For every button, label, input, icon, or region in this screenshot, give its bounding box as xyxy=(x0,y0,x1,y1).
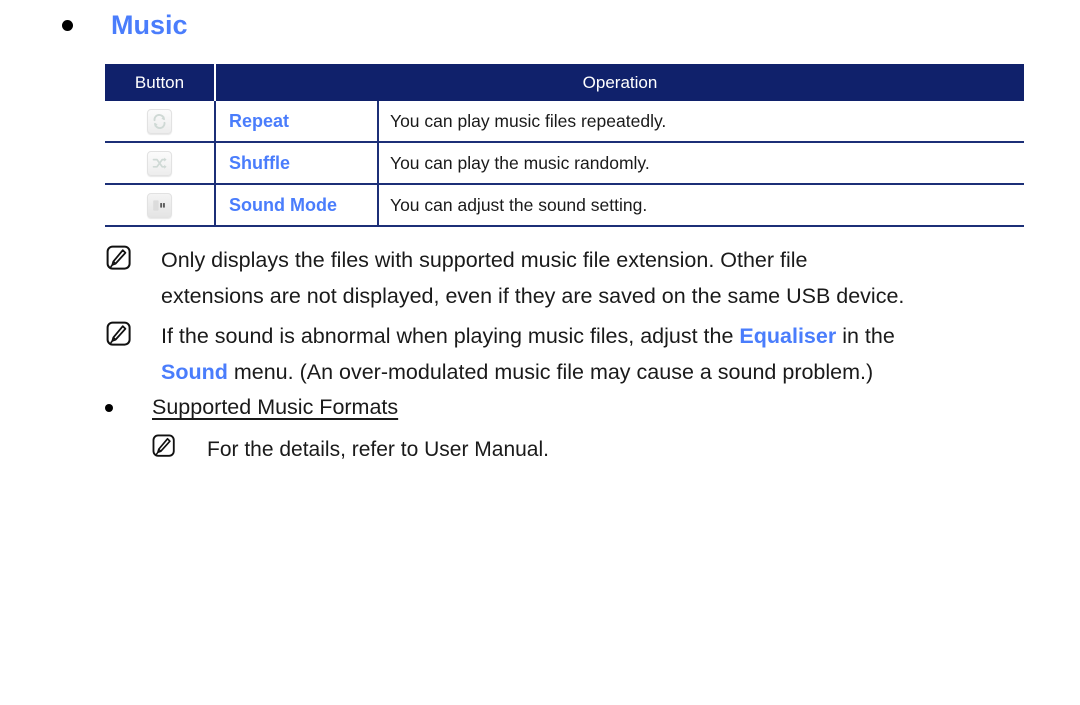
note-pen-icon xyxy=(152,434,176,458)
note-text: If the sound is abnormal when playing mu… xyxy=(161,318,895,390)
table-cell-icon xyxy=(105,184,216,227)
note-line: Sound menu. (An over-modulated music fil… xyxy=(161,354,895,390)
table-header-row: Button Operation xyxy=(105,64,1025,101)
page-title: Music xyxy=(111,10,188,40)
keyword-sound: Sound xyxy=(161,360,228,384)
table-cell-icon xyxy=(105,142,216,185)
keyword-equaliser: Equaliser xyxy=(739,324,837,348)
table-header: Button Operation xyxy=(105,64,1025,101)
column-header-operation: Operation xyxy=(215,64,1025,101)
note-text-segment: If the sound is abnormal when playing mu… xyxy=(161,324,740,348)
note-text: For the details, refer to User Manual. xyxy=(207,438,549,461)
note-pen-icon xyxy=(106,321,132,347)
shuffle-icon[interactable] xyxy=(147,150,172,176)
table-row: Shuffle You can play the music randomly. xyxy=(105,142,1025,185)
subsection-title: Supported Music Formats xyxy=(152,395,399,419)
bullet-dot-icon xyxy=(105,403,113,412)
table-row: Sound Mode You can adjust the sound sett… xyxy=(105,184,1025,227)
table-cell-label: Repeat xyxy=(215,101,379,143)
note-block: Only displays the files with supported m… xyxy=(106,242,1036,314)
page-title-row: Music xyxy=(62,12,188,39)
note-line: Only displays the files with supported m… xyxy=(161,248,808,272)
table-row: Repeat You can play music files repeated… xyxy=(105,101,1025,143)
table-cell-operation: You can play the music randomly. xyxy=(378,142,1025,185)
table-cell-label: Shuffle xyxy=(215,142,379,185)
document-page: Music Button Operation Repeat You can pl… xyxy=(0,0,1080,705)
note-block: If the sound is abnormal when playing mu… xyxy=(106,318,1036,390)
sound-mode-icon[interactable] xyxy=(147,192,172,218)
subsection-heading-row: Supported Music Formats xyxy=(105,395,398,420)
table-cell-operation: You can play music files repeatedly. xyxy=(378,101,1025,143)
column-header-button: Button xyxy=(105,64,216,101)
note-text: Only displays the files with supported m… xyxy=(161,242,904,314)
table-body: Repeat You can play music files repeated… xyxy=(105,101,1025,227)
table-cell-icon xyxy=(105,101,216,143)
bullet-dot-icon xyxy=(62,20,73,31)
note-pen-icon xyxy=(106,245,132,271)
table-cell-operation: You can adjust the sound setting. xyxy=(378,184,1025,227)
note-text-segment: menu. (An over-modulated music file may … xyxy=(227,360,874,384)
note-block: For the details, refer to User Manual. xyxy=(152,432,1032,468)
note-text-segment: in the xyxy=(836,324,895,348)
note-line: extensions are not displayed, even if th… xyxy=(161,284,905,308)
repeat-icon[interactable] xyxy=(147,108,172,134)
table-cell-label: Sound Mode xyxy=(215,184,379,227)
button-operation-table: Button Operation Repeat You can play mus… xyxy=(105,64,1025,227)
note-line: If the sound is abnormal when playing mu… xyxy=(161,318,895,354)
